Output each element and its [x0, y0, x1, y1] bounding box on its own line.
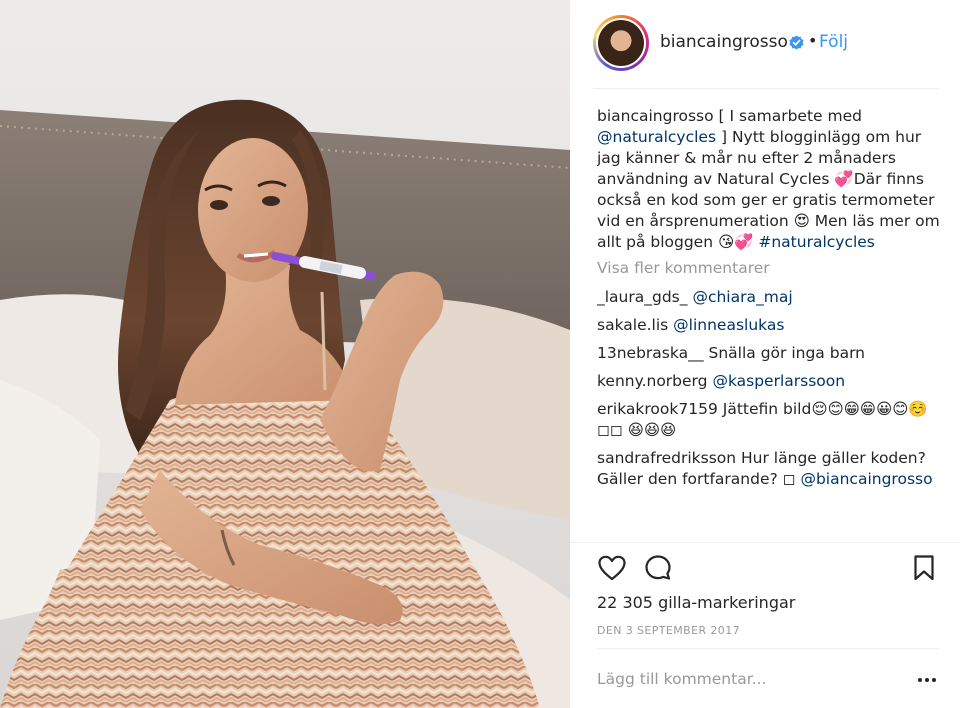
comment-icon[interactable] — [643, 553, 673, 583]
header-username[interactable]: biancaingrosso — [660, 32, 788, 52]
comment-item: sandrafredriksson Hur länge gäller koden… — [597, 448, 942, 490]
comment-username[interactable]: kenny.norberg — [597, 372, 708, 390]
comment-username[interactable]: _laura_gds_ — [597, 288, 688, 306]
bookmark-icon[interactable] — [909, 553, 939, 583]
comment-item: sakale.lis @linneaslukas — [597, 315, 942, 336]
comment-username[interactable]: erikakrook7159 — [597, 400, 718, 418]
avatar-frame — [596, 18, 646, 68]
post-header: biancaingrosso • Följ — [570, 0, 960, 89]
comment-username[interactable]: 13nebraska__ — [597, 344, 704, 362]
header-divider — [593, 88, 939, 89]
post-caption: biancaingrosso [ I samarbete med @natura… — [597, 106, 942, 253]
comment-mention[interactable]: @chiara_maj — [692, 288, 792, 306]
add-comment-input[interactable]: Lägg till kommentar... — [597, 670, 766, 688]
header-separator: • — [808, 31, 818, 50]
load-more-comments-button[interactable]: Visa fler kommentarer — [597, 258, 942, 279]
caption-text-start: [ I samarbete med — [718, 107, 862, 125]
comment-username[interactable]: sandrafredriksson — [597, 449, 736, 467]
caption-mention[interactable]: @naturalcycles — [597, 128, 716, 146]
post-photo-illustration — [0, 0, 570, 708]
post-date: DEN 3 SEPTEMBER 2017 — [597, 624, 740, 637]
comment-item: _laura_gds_ @chiara_maj — [597, 287, 942, 308]
comment-item: 13nebraska__ Snälla gör inga barn — [597, 343, 942, 364]
avatar[interactable] — [593, 15, 649, 71]
comment-mention[interactable]: @kasperlarssoon — [712, 372, 845, 390]
comment-input-divider — [597, 648, 939, 649]
heart-icon[interactable] — [597, 553, 627, 583]
post-photo[interactable] — [0, 0, 570, 708]
avatar-image — [598, 20, 644, 66]
post-side-panel: biancaingrosso • Följ biancaingrosso [ I… — [570, 0, 960, 708]
follow-button[interactable]: Följ — [819, 32, 848, 52]
likes-count[interactable]: 22 305 gilla-markeringar — [597, 593, 795, 612]
instagram-post: biancaingrosso • Följ biancaingrosso [ I… — [0, 0, 960, 708]
comment-mention[interactable]: @linneaslukas — [673, 316, 784, 334]
comments-list[interactable]: biancaingrosso [ I samarbete med @natura… — [597, 106, 942, 542]
actions-divider — [570, 542, 960, 543]
verified-badge-icon — [789, 35, 804, 50]
comment-text: Snälla gör inga barn — [708, 344, 865, 362]
comment-username[interactable]: sakale.lis — [597, 316, 668, 334]
comment-item: kenny.norberg @kasperlarssoon — [597, 371, 942, 392]
more-options-icon[interactable] — [915, 672, 939, 688]
post-actions — [597, 553, 939, 585]
comment-item: erikakrook7159 Jättefin bild😌😊😁😁😀😊☺️◻◻ 😆… — [597, 399, 942, 441]
caption-hashtag[interactable]: #naturalcycles — [758, 233, 875, 251]
comment-mention[interactable]: @biancaingrosso — [800, 470, 932, 488]
caption-username[interactable]: biancaingrosso — [597, 107, 714, 125]
